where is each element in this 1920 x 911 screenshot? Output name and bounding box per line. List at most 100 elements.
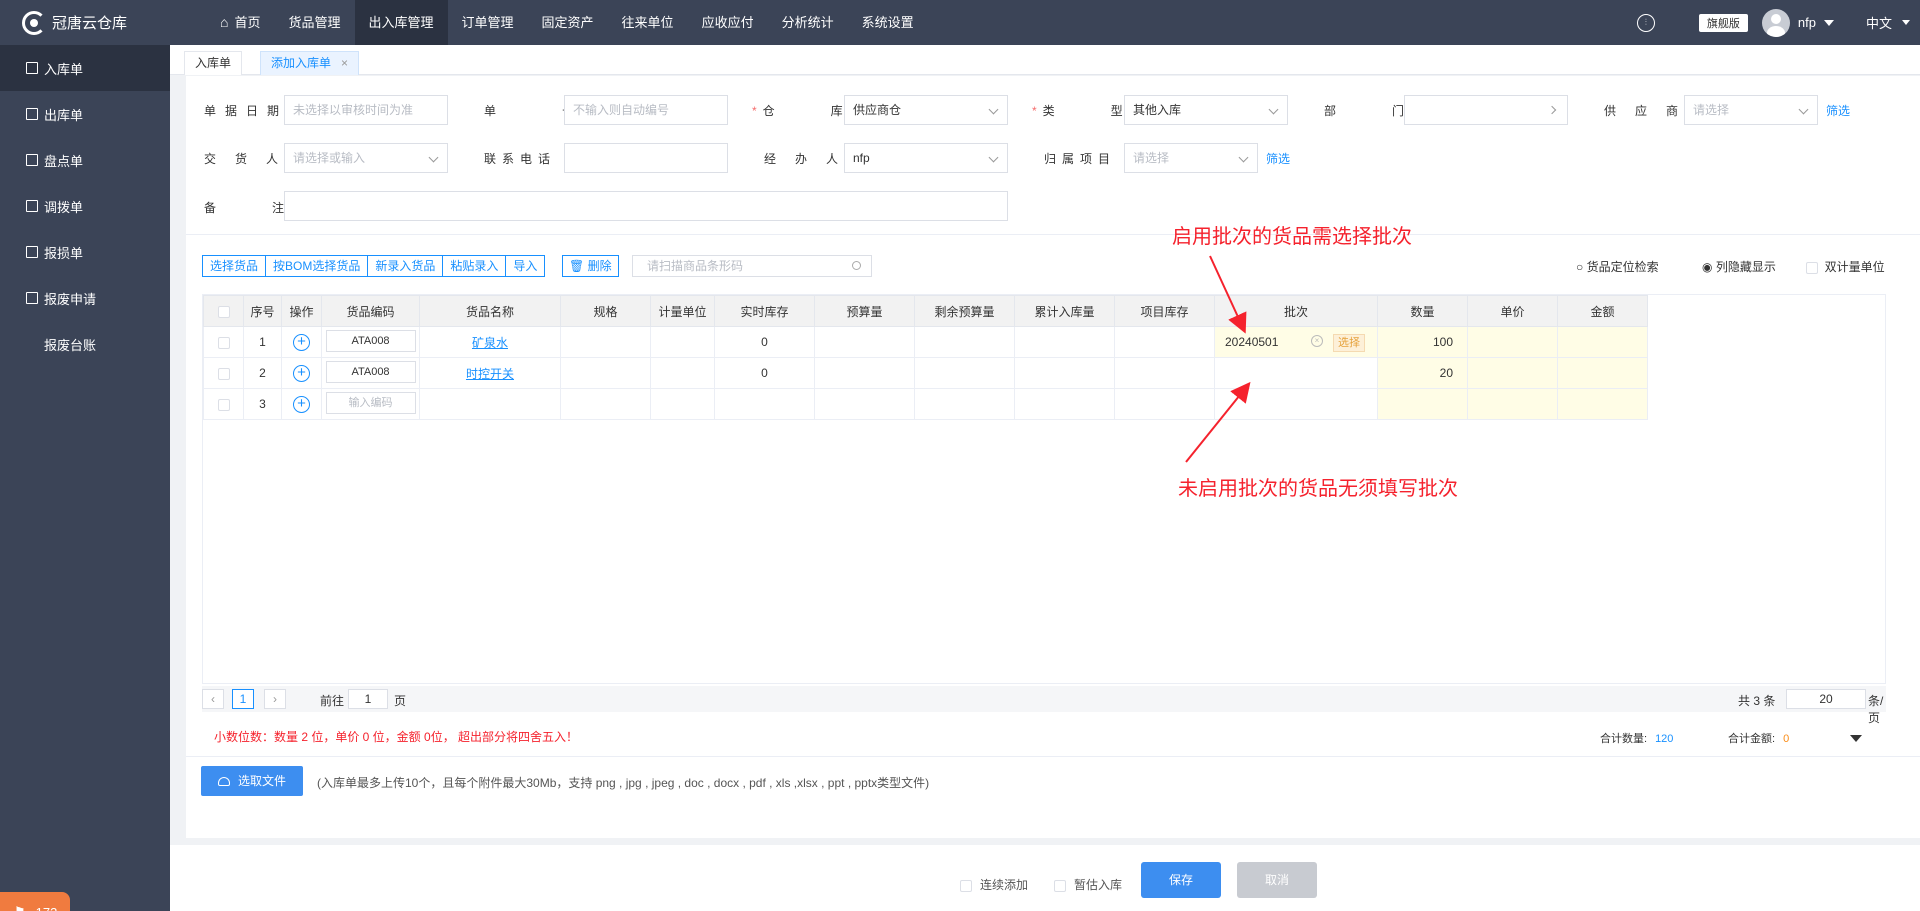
code-input[interactable]: 输入编码: [325, 391, 416, 414]
temp-in-toggle[interactable]: 暂估入库: [1054, 876, 1122, 893]
goods-name-link[interactable]: 时控开关: [466, 367, 514, 381]
continuous-add-checkbox[interactable]: [960, 879, 972, 892]
supplier-select[interactable]: 请选择: [1684, 95, 1818, 125]
avatar[interactable]: [1761, 8, 1790, 37]
nav-receivables[interactable]: 应收应付: [688, 0, 768, 45]
language-switch[interactable]: 中文: [1866, 13, 1892, 32]
code-input[interactable]: ATA008: [325, 329, 416, 352]
continuous-add-toggle[interactable]: 连续添加: [960, 876, 1028, 893]
nav-settings[interactable]: 系统设置: [848, 0, 928, 45]
form-panel: 单据日期 未选择以审核时间为准 单号 不输入则自动编号 * 仓库 供应商仓 * 类型…: [186, 76, 1920, 838]
nav-stock-io[interactable]: 出入库管理: [354, 0, 448, 45]
row-select-cell[interactable]: [203, 357, 244, 389]
close-icon[interactable]: ×: [341, 56, 348, 70]
add-row-icon[interactable]: +: [293, 333, 310, 351]
language-caret-icon[interactable]: [1902, 20, 1910, 25]
nav-goods[interactable]: 货品管理: [274, 0, 354, 45]
project-filter-link[interactable]: 筛选: [1266, 150, 1290, 167]
barcode-scan-input[interactable]: 请扫描商品条形码: [632, 255, 872, 277]
row-select-cell[interactable]: [203, 388, 244, 420]
qty-cell[interactable]: 100: [1377, 326, 1468, 358]
page-number[interactable]: 1: [232, 689, 254, 709]
amount-cell[interactable]: [1557, 326, 1648, 358]
qty-cell[interactable]: [1377, 388, 1468, 420]
row-checkbox[interactable]: [217, 367, 230, 380]
tab-add-stock-in[interactable]: 添加入库单 ×: [260, 51, 360, 75]
nav-partners[interactable]: 往来单位: [608, 0, 688, 45]
sidebar-item-stock-in[interactable]: 入库单: [0, 45, 170, 91]
goods-locate-button[interactable]: ○ 货品定位检索: [1576, 258, 1659, 275]
phone-field[interactable]: [564, 143, 728, 173]
clear-icon[interactable]: ×: [1311, 335, 1323, 347]
column-visibility-button[interactable]: ◉ 列隐藏显示: [1702, 258, 1776, 275]
sidebar-item-scrap-ledger[interactable]: 报废台账: [0, 321, 170, 367]
sidebar-item-transfer[interactable]: 调拨单: [0, 183, 170, 229]
select-goods-button[interactable]: 选择货品: [203, 256, 267, 276]
amount-cell[interactable]: [1557, 357, 1648, 389]
upload-file-button[interactable]: 选取文件: [201, 766, 303, 796]
select-by-bom-button[interactable]: 按BOM选择货品: [266, 256, 369, 276]
app-logo[interactable]: 冠唐云仓库: [0, 0, 170, 45]
page-size-input[interactable]: 20: [1786, 689, 1866, 709]
user-menu-caret-icon[interactable]: [1823, 19, 1834, 26]
nav-home[interactable]: ⌂ 首页: [206, 0, 274, 45]
goto-label: 前往: [320, 694, 345, 708]
type-select[interactable]: 其他入库: [1124, 95, 1288, 125]
row-select-cell[interactable]: [203, 326, 244, 358]
chevron-right-icon: [1547, 105, 1557, 115]
nav-orders[interactable]: 订单管理: [448, 0, 528, 45]
select-all-cell[interactable]: [203, 295, 244, 327]
supplier-filter-link[interactable]: 筛选: [1826, 102, 1850, 119]
notice-badge[interactable]: ⚑173: [0, 892, 70, 911]
add-row-icon[interactable]: +: [293, 364, 310, 382]
price-cell[interactable]: [1467, 357, 1558, 389]
row-checkbox[interactable]: [217, 336, 230, 349]
handler-select[interactable]: nfp: [844, 143, 1008, 173]
dept-select[interactable]: [1404, 95, 1568, 125]
sidebar-item-scrap-request[interactable]: 报废申请: [0, 275, 170, 321]
price-cell[interactable]: [1467, 326, 1558, 358]
nav-analytics[interactable]: 分析统计: [768, 0, 848, 45]
batch-cell[interactable]: 20240501 × 选择: [1214, 326, 1378, 358]
deliverer-select[interactable]: 请选择或输入: [284, 143, 448, 173]
tab-stock-in-list[interactable]: 入库单: [184, 51, 243, 75]
col-header: 实时库存: [714, 295, 815, 327]
code-input[interactable]: ATA008: [325, 360, 416, 383]
delete-button[interactable]: 🗑︎ 删除: [562, 255, 619, 277]
remark-field[interactable]: [284, 191, 1008, 221]
row-checkbox[interactable]: [217, 398, 230, 411]
name-cell: 矿泉水: [419, 326, 561, 358]
sidebar-item-loss[interactable]: 报损单: [0, 229, 170, 275]
col-header: 单价: [1467, 295, 1558, 327]
sidebar: 入库单 出库单 盘点单 调拨单 报损单 报废申请 报废台账 ⚑173: [0, 45, 170, 911]
sidebar-item-inventory-check[interactable]: 盘点单: [0, 137, 170, 183]
summary-toggle-icon[interactable]: [1850, 735, 1862, 742]
new-goods-button[interactable]: 新录入货品: [368, 256, 444, 276]
nav-fixed-assets[interactable]: 固定资产: [528, 0, 608, 45]
batch-select-button[interactable]: 选择: [1333, 334, 1365, 352]
goods-name-link[interactable]: 矿泉水: [472, 336, 508, 350]
add-row-icon[interactable]: +: [293, 395, 310, 413]
batch-value[interactable]: 20240501: [1225, 335, 1278, 349]
price-cell[interactable]: [1467, 388, 1558, 420]
prev-page-button[interactable]: ‹: [202, 689, 224, 709]
dual-unit-toggle[interactable]: 双计量单位: [1806, 258, 1885, 275]
project-select[interactable]: 请选择: [1124, 143, 1258, 173]
date-field[interactable]: 未选择以审核时间为准: [284, 95, 448, 125]
save-button[interactable]: 保存: [1141, 862, 1221, 898]
cancel-button[interactable]: 取消: [1237, 862, 1317, 898]
service-icon[interactable]: ⫶: [1636, 13, 1655, 32]
sidebar-item-stock-out[interactable]: 出库单: [0, 91, 170, 137]
temp-in-checkbox[interactable]: [1054, 879, 1066, 892]
qty-cell[interactable]: 20: [1377, 357, 1468, 389]
user-name[interactable]: nfp: [1798, 15, 1816, 30]
order-no-field[interactable]: 不输入则自动编号: [564, 95, 728, 125]
next-page-button[interactable]: ›: [264, 689, 286, 709]
dual-unit-checkbox[interactable]: [1806, 261, 1818, 274]
paste-entry-button[interactable]: 粘贴录入: [443, 256, 507, 276]
warehouse-select[interactable]: 供应商仓: [844, 95, 1008, 125]
amount-cell[interactable]: [1557, 388, 1648, 420]
goto-page-input[interactable]: 1: [348, 689, 388, 709]
import-button[interactable]: 导入: [506, 256, 544, 276]
select-all-checkbox[interactable]: [217, 305, 230, 318]
